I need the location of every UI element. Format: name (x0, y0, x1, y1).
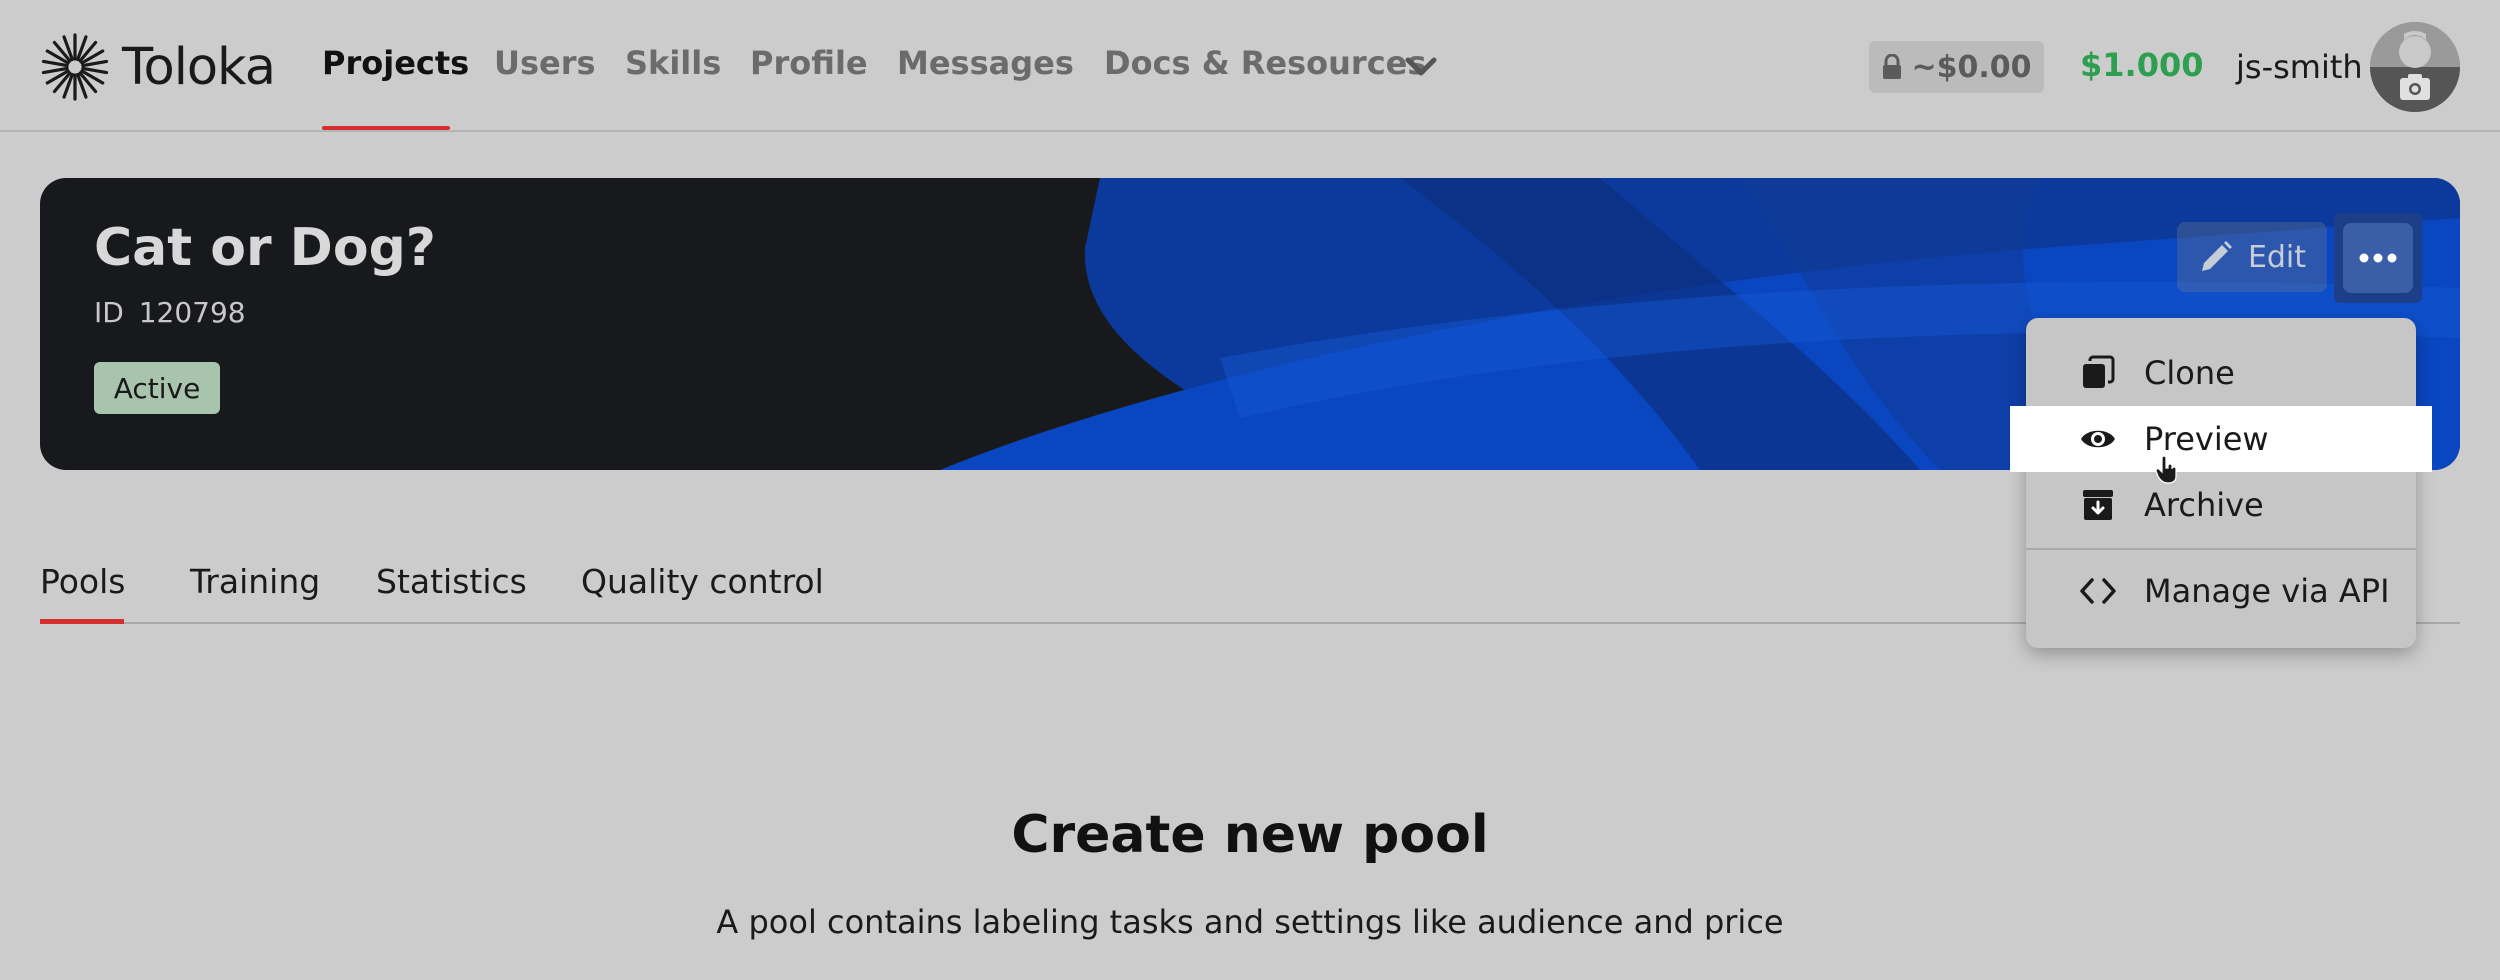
toloka-logo[interactable]: Toloka (40, 30, 276, 104)
menu-item-preview[interactable]: Preview (2010, 406, 2432, 472)
ellipsis-icon (2359, 253, 2397, 263)
nav-messages[interactable]: Messages (897, 44, 1074, 82)
account-balance[interactable]: $1.000 (2080, 46, 2203, 84)
nav-users[interactable]: Users (494, 44, 596, 82)
nav-profile[interactable]: Profile (750, 44, 868, 82)
locked-balance-value: ~$0.00 (1911, 49, 2032, 85)
eye-icon (2081, 430, 2115, 448)
chevron-down-icon[interactable] (1404, 54, 1438, 80)
project-id-label: ID (94, 296, 124, 329)
toloka-sunburst-icon (41, 33, 109, 101)
nav-active-indicator (322, 126, 450, 130)
nav-skills[interactable]: Skills (625, 44, 721, 82)
edit-button[interactable]: Edit (2177, 222, 2327, 292)
more-actions-button[interactable] (2334, 213, 2422, 303)
avatar-placeholder-icon (2370, 22, 2460, 112)
project-title: Cat or Dog? (94, 218, 436, 278)
username[interactable]: js-smith (2236, 48, 2363, 86)
hand-cursor-icon (2155, 456, 2177, 484)
archive-icon (2083, 490, 2113, 520)
menu-item-clone[interactable]: Clone (2026, 340, 2416, 406)
menu-item-label: Clone (2144, 354, 2235, 392)
more-actions-menu: Clone Preview Archive Manage via API (2010, 318, 2432, 648)
menu-item-label: Archive (2144, 486, 2264, 524)
avatar[interactable] (2370, 22, 2460, 112)
project-id-value: 120798 (138, 296, 246, 329)
project-id: ID 120798 (94, 296, 246, 329)
lock-icon (1883, 54, 1902, 79)
tab-pools[interactable]: Pools (40, 562, 125, 601)
tab-statistics[interactable]: Statistics (376, 562, 527, 601)
empty-state-title: Create new pool (1011, 805, 1489, 865)
menu-item-label: Manage via API (2144, 572, 2390, 610)
code-icon (2080, 578, 2116, 604)
tab-training[interactable]: Training (190, 562, 320, 601)
edit-button-label: Edit (2247, 239, 2307, 275)
menu-item-manage-via-api[interactable]: Manage via API (2026, 558, 2416, 624)
menu-item-label: Preview (2144, 420, 2269, 458)
tab-quality-control[interactable]: Quality control (581, 562, 824, 601)
menu-divider (2026, 548, 2416, 550)
empty-state-description: A pool contains labeling tasks and setti… (716, 903, 1784, 941)
copy-icon (2083, 355, 2115, 388)
pencil-icon (2201, 241, 2232, 271)
menu-item-archive[interactable]: Archive (2026, 472, 2416, 538)
top-navigation-bar: Toloka Projects Users Skills Profile Mes… (0, 0, 2500, 132)
locked-balance-badge[interactable]: ~$0.00 (1869, 41, 2044, 93)
logo-text: Toloka (122, 37, 276, 97)
status-badge: Active (94, 362, 220, 414)
tab-active-indicator (40, 619, 124, 624)
nav-projects[interactable]: Projects (322, 44, 469, 82)
nav-docs-resources[interactable]: Docs & Resources (1104, 44, 1426, 82)
